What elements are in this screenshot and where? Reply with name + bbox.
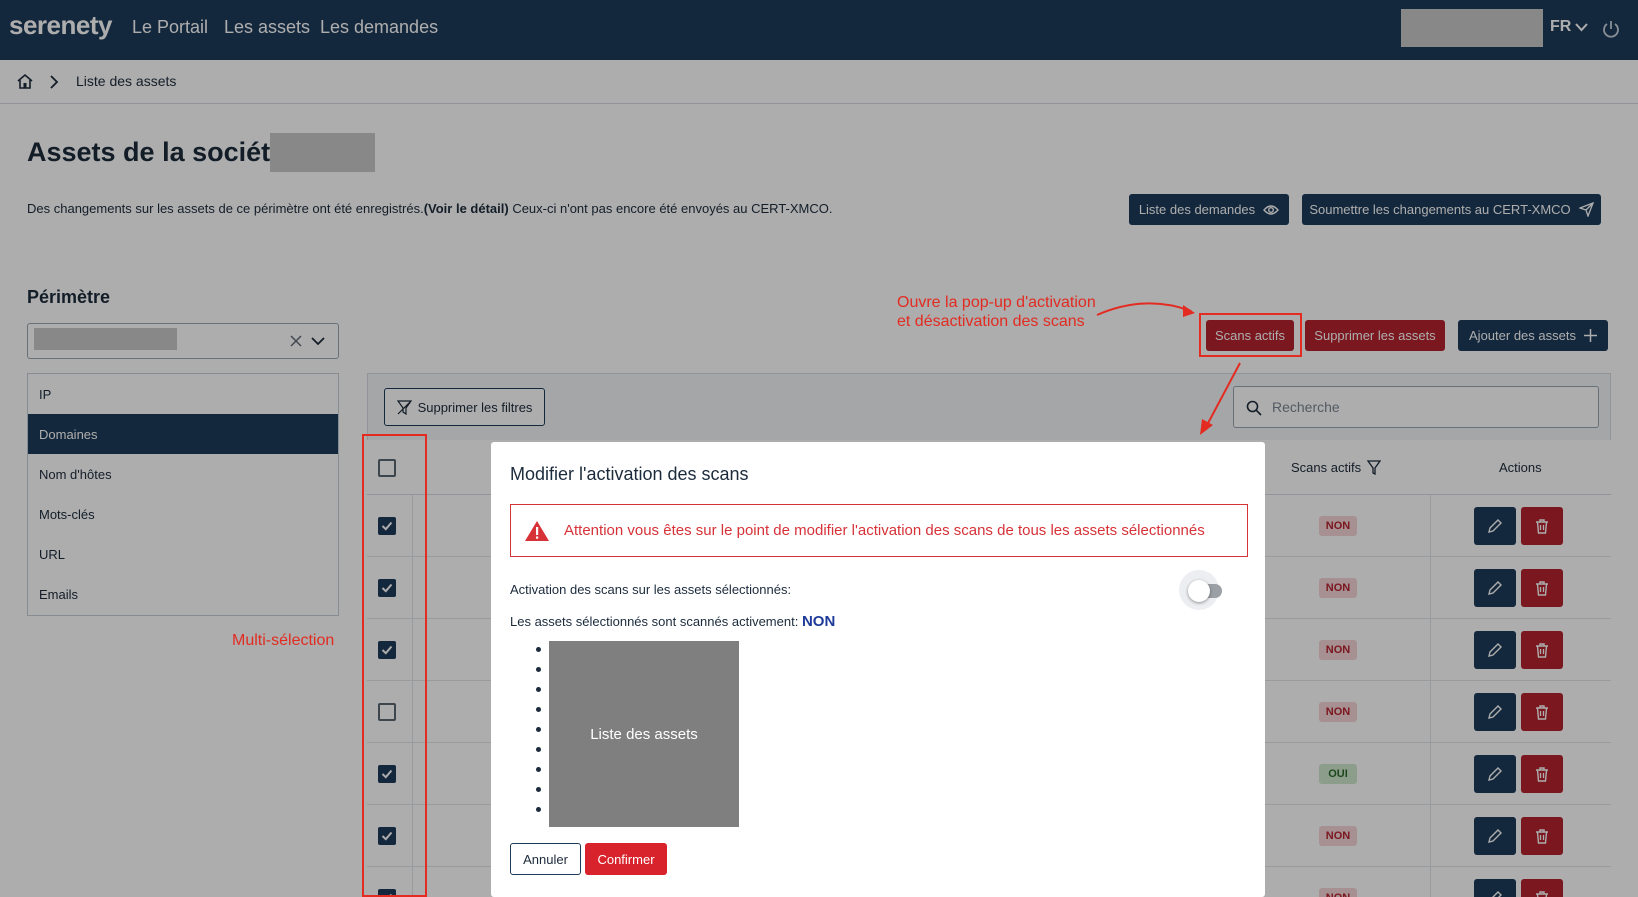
assets-list-placeholder: Liste des assets — [549, 641, 739, 827]
scan-activation-modal: Modifier l'activation des scans Attentio… — [491, 442, 1265, 897]
modal-title: Modifier l'activation des scans — [510, 464, 749, 484]
scan-toggle-knob[interactable] — [1188, 580, 1210, 602]
multiselect-annotation: Multi-sélection — [232, 632, 335, 649]
cancel-button[interactable]: Annuler — [510, 843, 581, 875]
list-bullet — [536, 707, 541, 712]
scan-status-value: NON — [801, 613, 836, 630]
list-bullet — [536, 667, 541, 672]
list-bullet — [536, 687, 541, 692]
popup-annotation: Ouvre la pop-up d'activation et désactiv… — [897, 293, 1096, 331]
confirm-button[interactable]: Confirmer — [585, 843, 667, 875]
warning-banner: Attention vous êtes sur le point de modi… — [510, 504, 1248, 557]
list-bullet — [536, 787, 541, 792]
list-bullet — [536, 767, 541, 772]
list-bullet — [536, 747, 541, 752]
popup-annotation-line1: Ouvre la pop-up d'activation — [897, 294, 1096, 311]
warning-text: Attention vous êtes sur le point de modi… — [564, 522, 1205, 539]
scans-button-highlight — [1199, 313, 1302, 357]
warning-icon — [525, 521, 549, 541]
scan-status-label: Les assets sélectionnés sont scannés act… — [510, 614, 799, 629]
annotation-arrow-down — [1200, 362, 1241, 435]
list-bullet — [536, 647, 541, 652]
annotation-arrow-right — [1096, 302, 1195, 317]
toggle-label: Activation des scans sur les assets séle… — [510, 582, 792, 597]
scan-status-line: Les assets sélectionnés sont scannés act… — [510, 613, 835, 630]
multiselect-highlight — [362, 434, 427, 897]
popup-annotation-line2: et désactivation des scans — [897, 313, 1085, 330]
assets-list-placeholder-label: Liste des assets — [590, 725, 698, 743]
list-bullet — [536, 807, 541, 812]
list-bullet — [536, 727, 541, 732]
